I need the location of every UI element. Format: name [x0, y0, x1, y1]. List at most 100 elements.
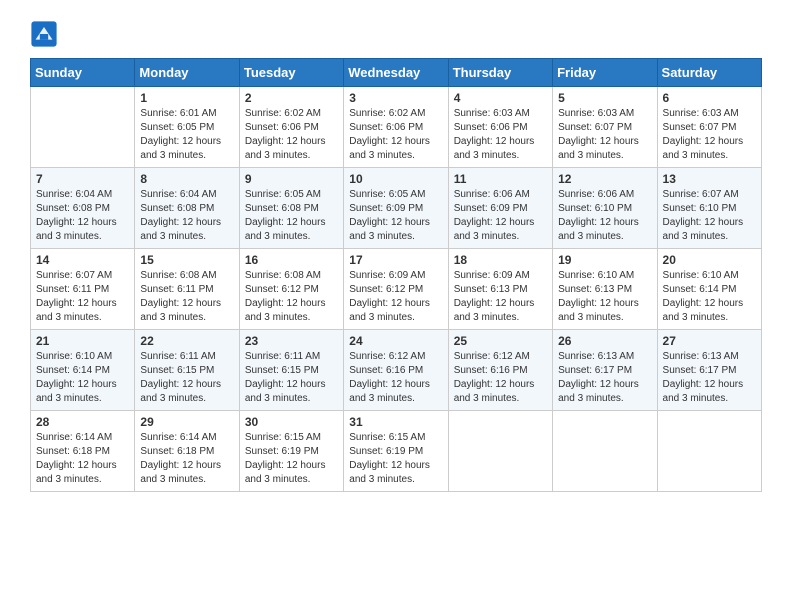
cell-info: Sunrise: 6:12 AM Sunset: 6:16 PM Dayligh…: [349, 350, 442, 406]
calendar-cell: 28 Sunrise: 6:14 AM Sunset: 6:18 PM Dayl…: [31, 411, 135, 492]
sunrise-text: Sunrise: 6:15 AM: [245, 431, 338, 445]
calendar-cell: 23 Sunrise: 6:11 AM Sunset: 6:15 PM Dayl…: [239, 330, 343, 411]
day-number: 13: [663, 172, 756, 186]
daylight-text: Daylight: 12 hours and 3 minutes.: [349, 135, 442, 163]
sunrise-text: Sunrise: 6:11 AM: [140, 350, 233, 364]
sunrise-text: Sunrise: 6:02 AM: [349, 107, 442, 121]
sunset-text: Sunset: 6:09 PM: [454, 202, 547, 216]
daylight-text: Daylight: 12 hours and 3 minutes.: [558, 216, 651, 244]
calendar-cell: [448, 411, 552, 492]
day-number: 23: [245, 334, 338, 348]
logo-icon: [30, 20, 58, 48]
daylight-text: Daylight: 12 hours and 3 minutes.: [245, 459, 338, 487]
cell-info: Sunrise: 6:07 AM Sunset: 6:10 PM Dayligh…: [663, 188, 756, 244]
calendar-cell: 14 Sunrise: 6:07 AM Sunset: 6:11 PM Dayl…: [31, 249, 135, 330]
calendar-cell: 4 Sunrise: 6:03 AM Sunset: 6:06 PM Dayli…: [448, 87, 552, 168]
daylight-text: Daylight: 12 hours and 3 minutes.: [140, 135, 233, 163]
calendar-cell: 2 Sunrise: 6:02 AM Sunset: 6:06 PM Dayli…: [239, 87, 343, 168]
sunset-text: Sunset: 6:06 PM: [454, 121, 547, 135]
day-number: 7: [36, 172, 129, 186]
daylight-text: Daylight: 12 hours and 3 minutes.: [36, 216, 129, 244]
calendar-cell: 10 Sunrise: 6:05 AM Sunset: 6:09 PM Dayl…: [344, 168, 448, 249]
day-of-week-thursday: Thursday: [448, 59, 552, 87]
daylight-text: Daylight: 12 hours and 3 minutes.: [454, 216, 547, 244]
sunset-text: Sunset: 6:06 PM: [245, 121, 338, 135]
calendar-cell: 11 Sunrise: 6:06 AM Sunset: 6:09 PM Dayl…: [448, 168, 552, 249]
sunrise-text: Sunrise: 6:10 AM: [558, 269, 651, 283]
day-number: 1: [140, 91, 233, 105]
daylight-text: Daylight: 12 hours and 3 minutes.: [245, 135, 338, 163]
cell-info: Sunrise: 6:14 AM Sunset: 6:18 PM Dayligh…: [140, 431, 233, 487]
daylight-text: Daylight: 12 hours and 3 minutes.: [36, 297, 129, 325]
day-number: 22: [140, 334, 233, 348]
cell-info: Sunrise: 6:11 AM Sunset: 6:15 PM Dayligh…: [245, 350, 338, 406]
daylight-text: Daylight: 12 hours and 3 minutes.: [245, 378, 338, 406]
calendar-cell: 9 Sunrise: 6:05 AM Sunset: 6:08 PM Dayli…: [239, 168, 343, 249]
cell-info: Sunrise: 6:09 AM Sunset: 6:13 PM Dayligh…: [454, 269, 547, 325]
cell-info: Sunrise: 6:08 AM Sunset: 6:12 PM Dayligh…: [245, 269, 338, 325]
daylight-text: Daylight: 12 hours and 3 minutes.: [454, 135, 547, 163]
cell-info: Sunrise: 6:01 AM Sunset: 6:05 PM Dayligh…: [140, 107, 233, 163]
cell-info: Sunrise: 6:15 AM Sunset: 6:19 PM Dayligh…: [245, 431, 338, 487]
daylight-text: Daylight: 12 hours and 3 minutes.: [663, 216, 756, 244]
day-number: 25: [454, 334, 547, 348]
calendar-cell: 6 Sunrise: 6:03 AM Sunset: 6:07 PM Dayli…: [657, 87, 761, 168]
sunset-text: Sunset: 6:11 PM: [36, 283, 129, 297]
sunset-text: Sunset: 6:17 PM: [558, 364, 651, 378]
sunset-text: Sunset: 6:08 PM: [36, 202, 129, 216]
calendar-cell: [657, 411, 761, 492]
calendar-week-2: 7 Sunrise: 6:04 AM Sunset: 6:08 PM Dayli…: [31, 168, 762, 249]
day-number: 29: [140, 415, 233, 429]
cell-info: Sunrise: 6:12 AM Sunset: 6:16 PM Dayligh…: [454, 350, 547, 406]
calendar-week-3: 14 Sunrise: 6:07 AM Sunset: 6:11 PM Dayl…: [31, 249, 762, 330]
calendar-week-4: 21 Sunrise: 6:10 AM Sunset: 6:14 PM Dayl…: [31, 330, 762, 411]
sunrise-text: Sunrise: 6:13 AM: [558, 350, 651, 364]
sunset-text: Sunset: 6:18 PM: [36, 445, 129, 459]
cell-info: Sunrise: 6:05 AM Sunset: 6:09 PM Dayligh…: [349, 188, 442, 244]
sunrise-text: Sunrise: 6:01 AM: [140, 107, 233, 121]
daylight-text: Daylight: 12 hours and 3 minutes.: [454, 297, 547, 325]
sunrise-text: Sunrise: 6:04 AM: [36, 188, 129, 202]
sunrise-text: Sunrise: 6:02 AM: [245, 107, 338, 121]
sunset-text: Sunset: 6:17 PM: [663, 364, 756, 378]
daylight-text: Daylight: 12 hours and 3 minutes.: [663, 378, 756, 406]
calendar-week-1: 1 Sunrise: 6:01 AM Sunset: 6:05 PM Dayli…: [31, 87, 762, 168]
day-number: 28: [36, 415, 129, 429]
calendar-cell: 19 Sunrise: 6:10 AM Sunset: 6:13 PM Dayl…: [553, 249, 657, 330]
sunrise-text: Sunrise: 6:09 AM: [454, 269, 547, 283]
calendar-cell: 18 Sunrise: 6:09 AM Sunset: 6:13 PM Dayl…: [448, 249, 552, 330]
sunset-text: Sunset: 6:12 PM: [245, 283, 338, 297]
daylight-text: Daylight: 12 hours and 3 minutes.: [36, 378, 129, 406]
sunset-text: Sunset: 6:16 PM: [454, 364, 547, 378]
calendar-cell: 21 Sunrise: 6:10 AM Sunset: 6:14 PM Dayl…: [31, 330, 135, 411]
sunset-text: Sunset: 6:10 PM: [663, 202, 756, 216]
logo: [30, 20, 62, 48]
calendar-cell: 5 Sunrise: 6:03 AM Sunset: 6:07 PM Dayli…: [553, 87, 657, 168]
daylight-text: Daylight: 12 hours and 3 minutes.: [140, 459, 233, 487]
sunrise-text: Sunrise: 6:08 AM: [245, 269, 338, 283]
daylight-text: Daylight: 12 hours and 3 minutes.: [36, 459, 129, 487]
day-number: 17: [349, 253, 442, 267]
day-number: 26: [558, 334, 651, 348]
daylight-text: Daylight: 12 hours and 3 minutes.: [349, 459, 442, 487]
cell-info: Sunrise: 6:02 AM Sunset: 6:06 PM Dayligh…: [245, 107, 338, 163]
day-number: 18: [454, 253, 547, 267]
cell-info: Sunrise: 6:06 AM Sunset: 6:09 PM Dayligh…: [454, 188, 547, 244]
sunset-text: Sunset: 6:13 PM: [454, 283, 547, 297]
daylight-text: Daylight: 12 hours and 3 minutes.: [349, 297, 442, 325]
day-number: 14: [36, 253, 129, 267]
calendar-cell: 27 Sunrise: 6:13 AM Sunset: 6:17 PM Dayl…: [657, 330, 761, 411]
sunrise-text: Sunrise: 6:15 AM: [349, 431, 442, 445]
cell-info: Sunrise: 6:10 AM Sunset: 6:14 PM Dayligh…: [663, 269, 756, 325]
sunrise-text: Sunrise: 6:13 AM: [663, 350, 756, 364]
daylight-text: Daylight: 12 hours and 3 minutes.: [558, 297, 651, 325]
calendar-cell: 30 Sunrise: 6:15 AM Sunset: 6:19 PM Dayl…: [239, 411, 343, 492]
day-number: 12: [558, 172, 651, 186]
day-of-week-monday: Monday: [135, 59, 239, 87]
cell-info: Sunrise: 6:04 AM Sunset: 6:08 PM Dayligh…: [140, 188, 233, 244]
calendar-cell: [31, 87, 135, 168]
sunset-text: Sunset: 6:10 PM: [558, 202, 651, 216]
daylight-text: Daylight: 12 hours and 3 minutes.: [663, 297, 756, 325]
cell-info: Sunrise: 6:06 AM Sunset: 6:10 PM Dayligh…: [558, 188, 651, 244]
calendar-cell: 20 Sunrise: 6:10 AM Sunset: 6:14 PM Dayl…: [657, 249, 761, 330]
